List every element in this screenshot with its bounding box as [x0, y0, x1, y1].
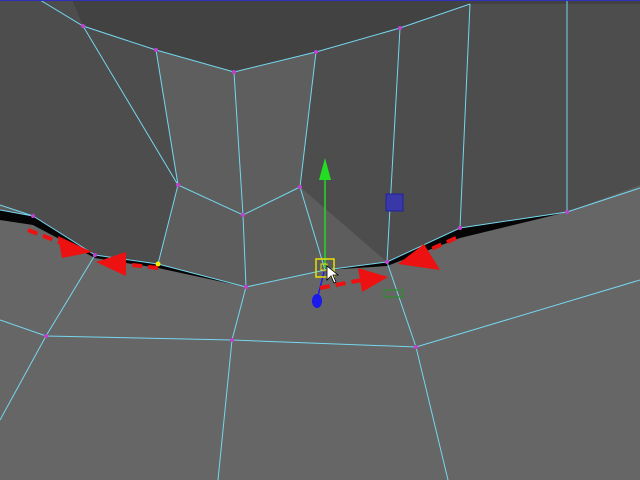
vertex[interactable]: [176, 183, 180, 187]
z-axis-arrow-icon[interactable]: [312, 294, 322, 308]
vertex[interactable]: [244, 285, 248, 289]
vertex[interactable]: [31, 214, 35, 218]
vertex[interactable]: [44, 334, 48, 338]
vertex[interactable]: [232, 70, 236, 74]
3d-viewport[interactable]: [0, 0, 640, 480]
vertex[interactable]: [385, 260, 389, 264]
vertex[interactable]: [230, 338, 234, 342]
vertex[interactable]: [398, 26, 402, 30]
vertex[interactable]: [93, 253, 97, 257]
vertex[interactable]: [154, 48, 158, 52]
plane-handle[interactable]: [385, 193, 404, 212]
selected-vertex[interactable]: [155, 261, 161, 267]
vertex[interactable]: [414, 345, 418, 349]
vertex[interactable]: [241, 213, 245, 217]
vertex[interactable]: [458, 226, 462, 230]
vertex[interactable]: [565, 210, 569, 214]
vertex[interactable]: [81, 24, 85, 28]
vertex[interactable]: [298, 185, 302, 189]
vertex[interactable]: [314, 50, 318, 54]
mesh-scene[interactable]: [0, 0, 640, 480]
